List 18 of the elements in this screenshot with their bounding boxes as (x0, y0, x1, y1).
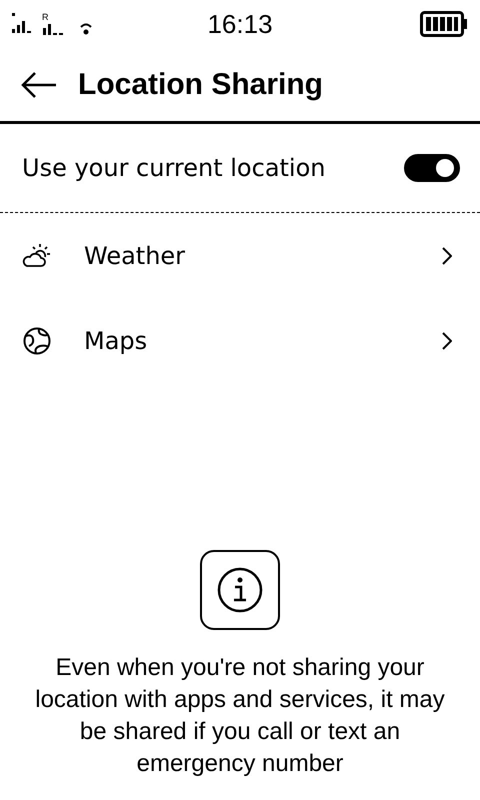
globe-icon (22, 326, 52, 356)
toggle-switch[interactable] (404, 154, 460, 182)
cloud-sun-icon (22, 242, 52, 270)
status-time: 16:13 (207, 8, 273, 40)
menu-item[interactable]: Maps (0, 298, 480, 383)
wifi-icon (78, 21, 92, 35)
chevron-right-icon (442, 332, 452, 350)
info-text: Even when you're not sharing your location with apps and services, it may be shared if you call or text an emergency number (34, 653, 446, 779)
setting-label: Use your current location (22, 154, 326, 182)
back-button[interactable] (20, 70, 58, 98)
signal-icon (42, 24, 62, 35)
roaming-label: R (42, 13, 48, 22)
page-title: Location Sharing (78, 68, 324, 102)
info-icon (216, 566, 264, 614)
battery-icon (420, 11, 468, 37)
menu-item[interactable]: Weather (0, 213, 480, 298)
chevron-right-icon (442, 246, 452, 264)
back-arrow-icon (20, 70, 58, 98)
